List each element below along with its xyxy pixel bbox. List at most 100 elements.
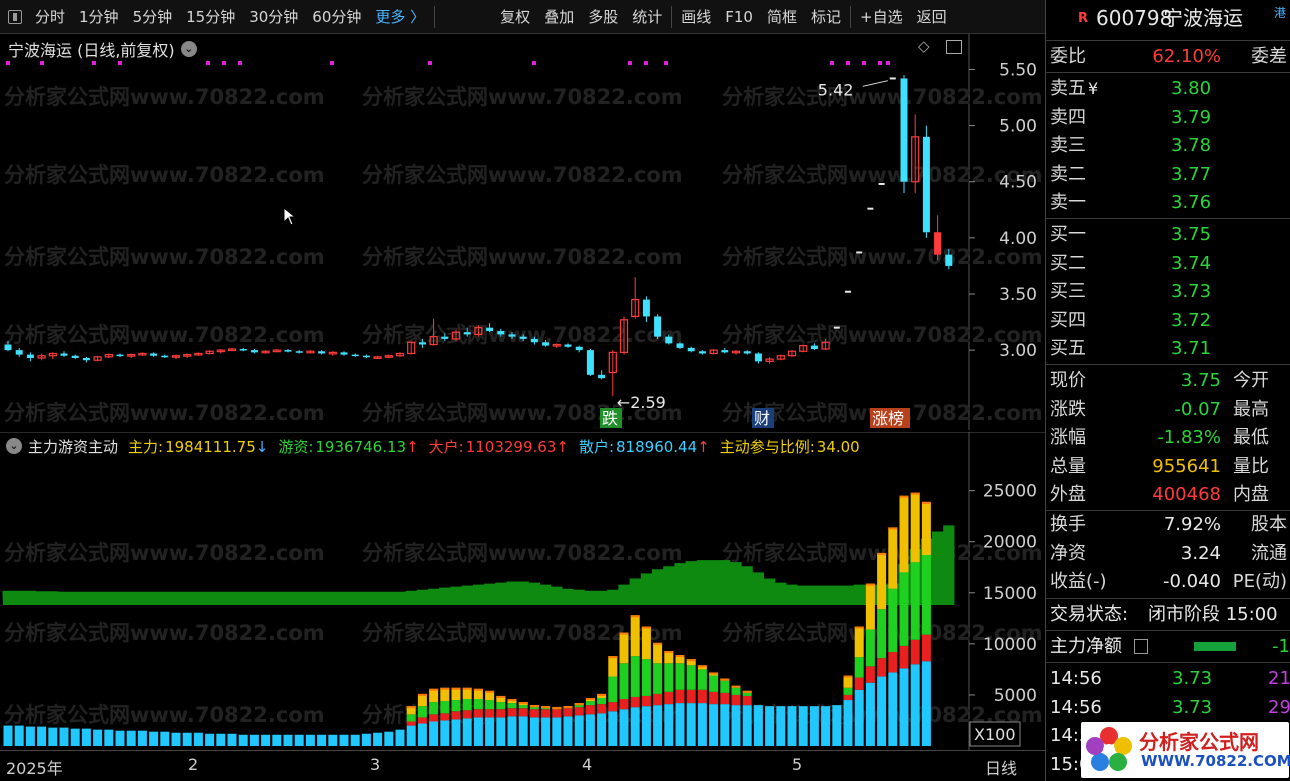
candle-body [900,78,908,182]
flow-bar-散户 [518,716,528,746]
candle-body [295,351,303,353]
watermark-text: 分析家公式网www.70822.com [4,245,325,269]
bid-row[interactable]: 买四 3.72 [1046,306,1290,335]
toolbar-button[interactable]: 更多 〉 [368,0,432,34]
kline-chart[interactable]: 分析家公式网www.70822.com 分析家公式网www.70822.com 分析… [0,34,1045,430]
toolbar-button[interactable]: 分时 [28,0,72,34]
candle-body [60,353,68,356]
flow-bar-主力 [877,552,887,610]
signal-dot [118,61,122,65]
panel-toggle-icon[interactable] [8,9,22,24]
stat-row: 涨跌 -0.07 最高 [1046,395,1290,424]
flow-bar-大户 [664,691,674,705]
flow-bar-主力 [641,626,651,660]
flow-bar-散户 [171,732,181,746]
flow-bar-散户 [205,733,215,746]
bid-row[interactable]: 买二 3.74 [1046,249,1290,278]
stat-label: 收益(-) [1050,571,1107,592]
ask-row[interactable]: 卖三 3.78 [1046,131,1290,160]
watermark-text: 分析家公式网www.70822.com [722,85,1043,109]
stat-label-2: 流通 [1251,542,1287,564]
toolbar-button[interactable]: 复权 [493,0,537,34]
indicator-label: 大户: [428,437,464,456]
flow-bar-散户 [832,705,842,746]
flow-bar-散户 [249,734,259,746]
flow-bar-top [686,659,696,662]
kline-svg[interactable]: 分析家公式网www.70822.com 分析家公式网www.70822.com 分析… [0,34,1045,430]
flow-bar-top [485,690,495,693]
ask-row[interactable]: 卖五 ¥3.80 [1046,74,1290,103]
ask-row[interactable]: 卖一 3.76 [1046,188,1290,217]
candle-body [698,351,706,354]
flow-bar-游资 [675,663,685,690]
tick-price: 3.73 [1172,668,1213,689]
flow-bar-散户 [227,733,237,746]
flow-bar-散户 [182,732,192,746]
period-label[interactable]: 日线 [985,755,1017,779]
toolbar-button[interactable]: +自选 [853,0,910,34]
flow-bar-游资 [709,675,719,692]
flow-bar-top [597,693,607,696]
layout-toggle-icon[interactable] [946,40,962,54]
toolbar-button[interactable]: 30分钟 [242,0,305,34]
flow-bar-散户 [261,734,271,746]
chevron-down-icon[interactable]: ⌄ [6,438,22,454]
bid-row[interactable]: 买一 3.75 [1046,220,1290,249]
yen-icon: ¥ [1088,79,1099,98]
toolbar-button[interactable]: 60分钟 [305,0,368,34]
toolbar-button[interactable]: 叠加 [537,0,581,34]
candle-body [519,336,527,339]
fund-flow-chart[interactable]: 分析家公式网www.70822.com 分析家公式网www.70822.com 分析… [0,431,1045,750]
y-tick-label: 4.00 [999,229,1037,249]
candle-body [418,342,426,345]
ask-label: 卖二 [1050,163,1086,185]
flow-bar-大户 [854,677,864,690]
toolbar-button[interactable]: F10 [718,0,760,34]
candle-body [945,254,953,266]
flow-bar-主力 [888,527,898,589]
candle-body [26,354,34,358]
toolbar-button[interactable]: 15分钟 [179,0,242,34]
flow-bar-散户 [921,661,931,746]
watermark-text: 分析家公式网www.70822.com [362,85,683,109]
watermark-text: 分析家公式网www.70822.com [362,323,683,347]
toolbar-button[interactable]: 返回 [910,0,954,34]
flow-area [2,525,955,606]
flow-bar-游资 [843,687,853,695]
flow-bar-散户 [507,716,517,746]
toolbar-button[interactable]: 多股 [581,0,625,34]
date-label: 2 [188,755,199,774]
flower-logo-icon [1086,727,1132,771]
toolbar-button[interactable]: 5分钟 [126,0,180,34]
signal-dot [92,61,96,65]
flow-bar-散户 [25,726,35,746]
toolbar-button[interactable]: 1分钟 [72,0,126,34]
flow-bar-大户 [899,645,909,669]
signal-dot [330,61,334,65]
watermark-text: 分析家公式网www.70822.com [362,541,683,565]
diamond-icon[interactable]: ◇ [918,37,930,55]
ask-row[interactable]: 卖四 3.79 [1046,103,1290,132]
watermark-text: 分析家公式网www.70822.com [4,703,325,727]
bid-row[interactable]: 买三 3.73 [1046,277,1290,306]
stat-label-2: 内盘 [1233,484,1269,505]
fund-flow-svg[interactable]: 分析家公式网www.70822.com 分析家公式网www.70822.com 分析… [0,431,1045,750]
toolbar-separator [671,5,673,28]
flow-bar-大户 [585,705,595,715]
flow-bar-游资 [664,663,674,692]
flow-bar-大户 [731,694,741,706]
toolbar-button[interactable]: 标记 [804,0,848,34]
candle-body [586,350,594,375]
ask-row[interactable]: 卖二 3.77 [1046,160,1290,189]
list-icon[interactable] [1134,639,1148,654]
flow-bar-主力 [899,495,909,573]
bid-row[interactable]: 买五 3.71 [1046,334,1290,363]
toolbar-button[interactable]: 统计 [625,0,669,34]
ask-price: 3.80 [1171,78,1212,99]
flow-bar-游资 [440,701,450,714]
chevron-down-icon[interactable]: ⌄ [180,41,197,57]
toolbar-button[interactable]: 简框 [760,0,804,34]
toolbar-button[interactable]: 画线 [674,0,718,34]
event-marker: 财 [754,409,770,428]
flow-bar-游资 [451,700,461,712]
